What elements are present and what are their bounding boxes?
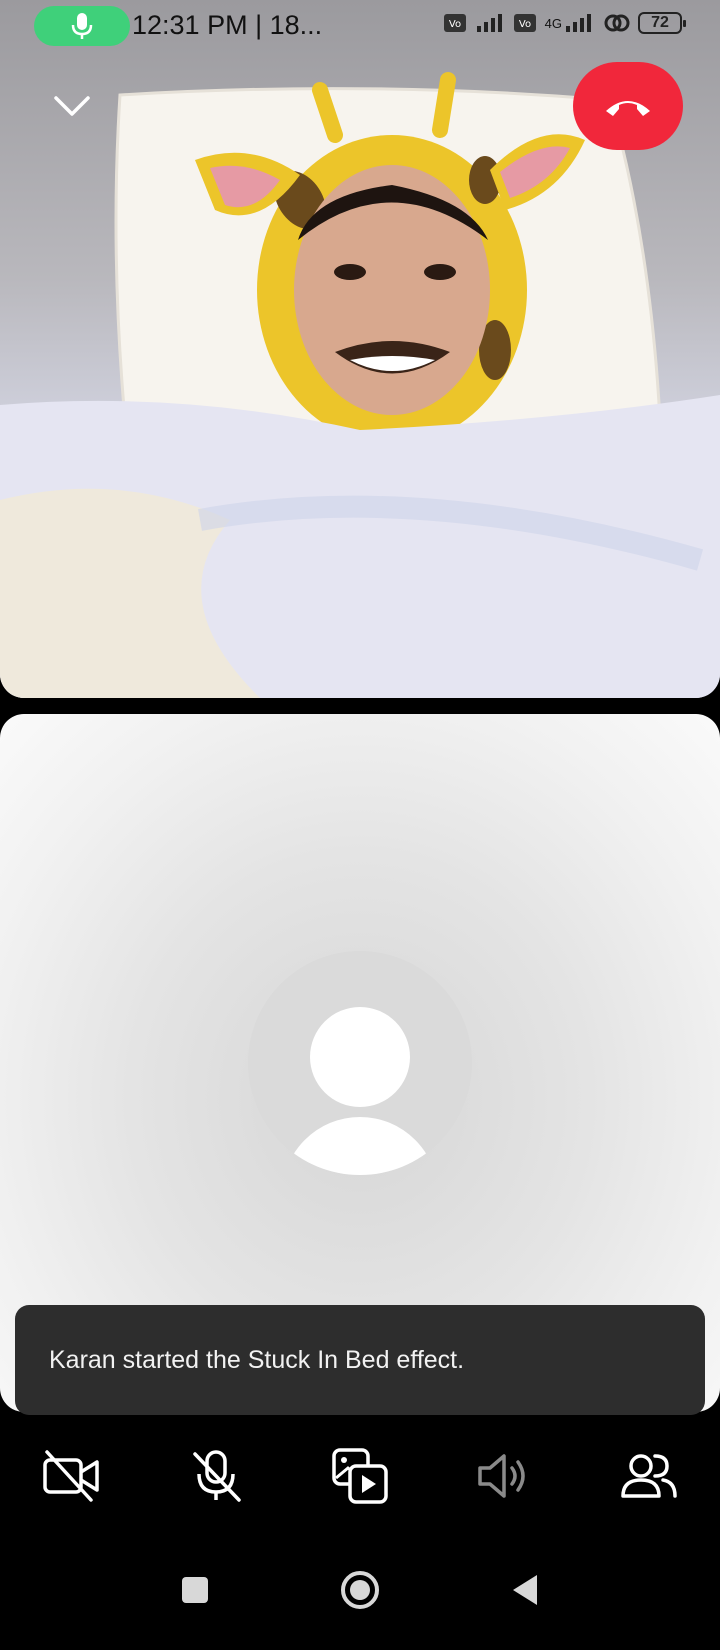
people-icon	[621, 1454, 677, 1498]
end-call-button[interactable]	[573, 62, 683, 150]
signal-icon	[566, 14, 591, 32]
mic-off-icon	[193, 1450, 241, 1502]
signal-icon	[476, 14, 502, 32]
effects-button[interactable]	[324, 1440, 396, 1512]
system-nav-bar	[0, 1560, 720, 1650]
status-bar: 12:31 PM | 18... Vo Vo 4G 72	[0, 0, 720, 54]
speaker-button[interactable]	[466, 1440, 538, 1512]
minimize-call-button[interactable]	[48, 82, 96, 130]
media-play-icon	[332, 1448, 388, 1504]
call-controls	[0, 1440, 720, 1520]
recents-square-icon	[182, 1577, 208, 1603]
toast-message: Karan started the Stuck In Bed effect.	[49, 1345, 465, 1374]
remote-video[interactable]: 12:31 PM | 18... Vo Vo 4G 72	[0, 0, 720, 698]
participants-button[interactable]	[613, 1440, 685, 1512]
chevron-down-icon	[54, 96, 90, 116]
phone-hangup-icon	[606, 101, 650, 116]
back-triangle-icon	[513, 1575, 537, 1605]
avatar	[248, 951, 472, 1175]
mute-button[interactable]	[181, 1440, 253, 1512]
back-button[interactable]	[495, 1560, 555, 1620]
battery-indicator: 72	[638, 12, 686, 34]
speaker-icon	[478, 1454, 525, 1498]
home-button[interactable]	[330, 1560, 390, 1620]
effect-toast: Karan started the Stuck In Bed effect.	[15, 1305, 705, 1415]
hotspot-link-icon	[604, 14, 630, 32]
recents-button[interactable]	[165, 1560, 225, 1620]
volte-icon: Vo	[513, 14, 536, 32]
camera-off-button[interactable]	[35, 1440, 107, 1512]
avatar-head-shape	[310, 1007, 410, 1107]
network-type: 4G	[544, 15, 562, 31]
mic-in-use-indicator[interactable]	[34, 6, 130, 46]
home-circle-icon	[341, 1571, 379, 1609]
svg-text:Vo: Vo	[449, 19, 461, 30]
volte-icon: Vo	[443, 14, 466, 32]
status-time: 12:31 PM | 18...	[132, 10, 323, 40]
status-icons: Vo Vo 4G 72	[443, 12, 686, 34]
svg-text:Vo: Vo	[519, 19, 531, 30]
avatar-body-shape	[282, 1117, 438, 1175]
microphone-icon	[71, 13, 93, 39]
video-off-icon	[43, 1450, 99, 1502]
